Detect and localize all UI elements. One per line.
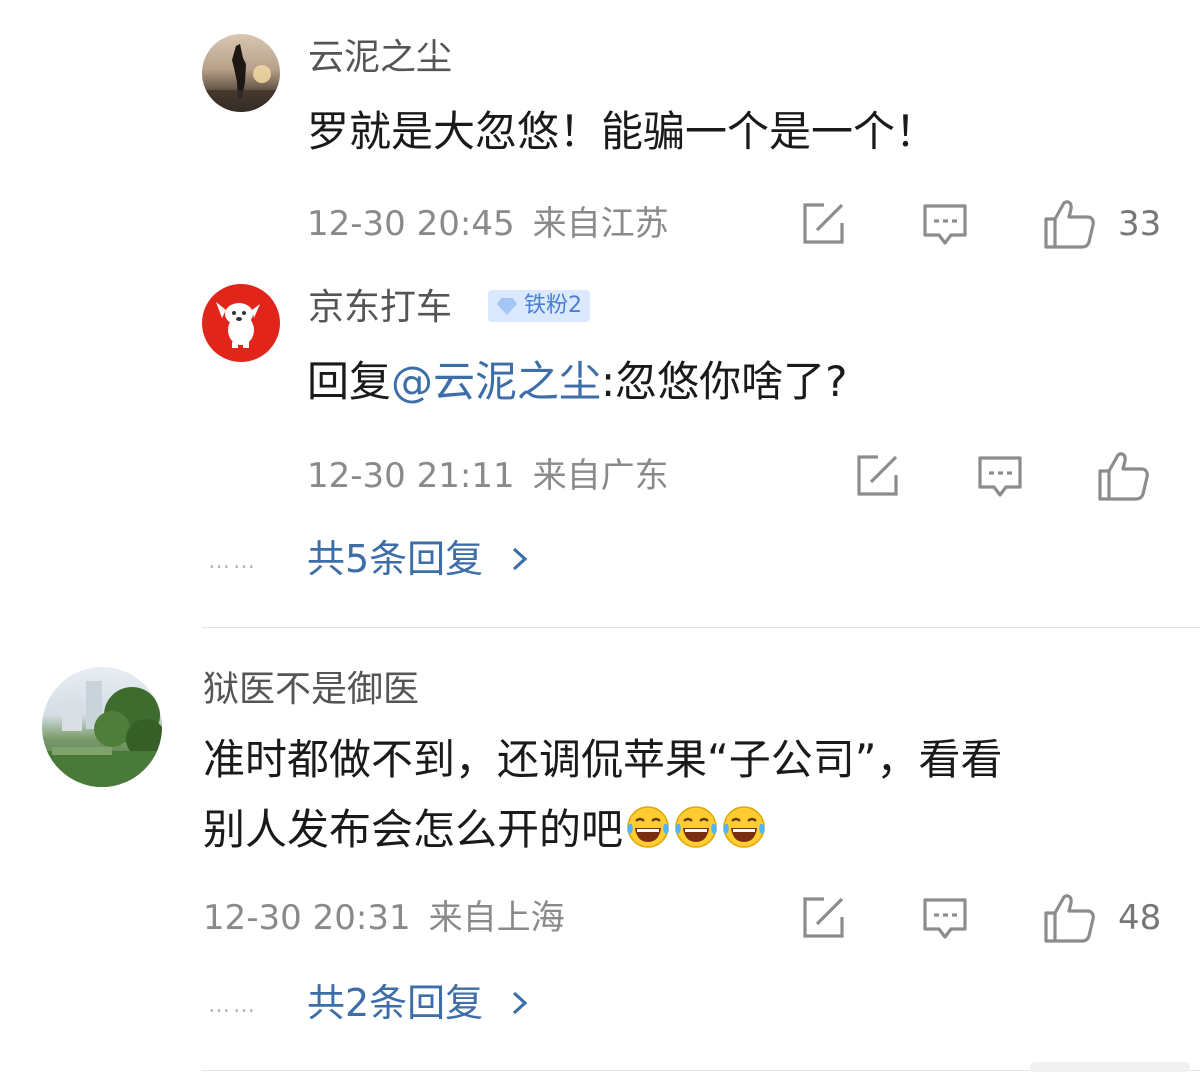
fan-badge: 铁粉2 xyxy=(488,290,590,322)
comment-text-line-2-body: 别人发布会怎么开的吧 xyxy=(203,805,624,854)
home-indicator xyxy=(1030,1062,1190,1072)
username[interactable]: 狱医不是御医 xyxy=(203,668,419,712)
comment-icon[interactable] xyxy=(920,893,970,943)
thumbs-up-icon[interactable] xyxy=(1042,197,1096,251)
laughing-tears-emoji-icon xyxy=(723,806,765,848)
avatar[interactable] xyxy=(42,667,162,787)
diamond-icon xyxy=(497,298,517,315)
share-icon[interactable] xyxy=(798,199,848,249)
timestamp: 12-30 21:11 xyxy=(307,456,515,496)
laughing-tears-emoji-icon xyxy=(627,806,669,848)
badge-label: 铁粉2 xyxy=(524,293,582,318)
comment-text-line-1: 准时都做不到，还调侃苹果“子公司”，看看 xyxy=(203,735,1003,784)
comment-meta: 12-30 20:31 来自上海 xyxy=(203,898,565,938)
share-icon[interactable] xyxy=(852,451,902,501)
reply-text: 回复@云泥之尘:忽悠你啥了? xyxy=(307,354,847,410)
reply-prefix: 回复 xyxy=(307,357,392,406)
mention-link[interactable]: @云泥之尘 xyxy=(391,357,601,406)
like-count: 48 xyxy=(1118,898,1162,938)
more-dots: …… xyxy=(208,549,258,574)
reply-body: :忽悠你啥了? xyxy=(601,357,848,406)
reply-meta: 12-30 21:11 来自广东 xyxy=(307,456,669,496)
timestamp: 12-30 20:31 xyxy=(203,898,411,938)
comment-meta: 12-30 20:45 来自江苏 xyxy=(307,204,669,244)
username[interactable]: 云泥之尘 xyxy=(308,36,452,80)
share-icon[interactable] xyxy=(798,893,848,943)
chevron-right-icon xyxy=(513,547,528,571)
location: 来自江苏 xyxy=(532,204,669,244)
chevron-right-icon xyxy=(513,991,528,1015)
more-replies-link[interactable]: 共2条回复 xyxy=(307,980,531,1026)
laughing-tears-emoji-icon xyxy=(675,806,717,848)
thumbs-up-icon[interactable] xyxy=(1096,449,1150,503)
more-replies-label: 共5条回复 xyxy=(307,537,484,581)
timestamp: 12-30 20:45 xyxy=(307,204,515,244)
thumbs-up-icon[interactable] xyxy=(1042,891,1096,945)
comment-icon[interactable] xyxy=(920,199,970,249)
username[interactable]: 京东打车 xyxy=(308,286,452,330)
like-count: 33 xyxy=(1118,204,1162,244)
location: 来自广东 xyxy=(532,456,669,496)
avatar[interactable] xyxy=(202,284,280,362)
location: 来自上海 xyxy=(428,898,565,938)
jd-dog-logo-icon xyxy=(216,302,260,348)
more-dots: …… xyxy=(208,993,258,1018)
more-replies-label: 共2条回复 xyxy=(307,981,484,1025)
comment-icon[interactable] xyxy=(975,451,1025,501)
avatar-image xyxy=(202,44,280,112)
comment-text: 罗就是大忽悠！能骗一个是一个！ xyxy=(307,107,938,156)
comment-text-line-2: 别人发布会怎么开的吧 xyxy=(203,802,767,858)
avatar[interactable] xyxy=(202,34,280,112)
avatar-image xyxy=(42,681,162,787)
more-replies-link[interactable]: 共5条回复 xyxy=(307,536,531,582)
divider xyxy=(202,627,1200,628)
